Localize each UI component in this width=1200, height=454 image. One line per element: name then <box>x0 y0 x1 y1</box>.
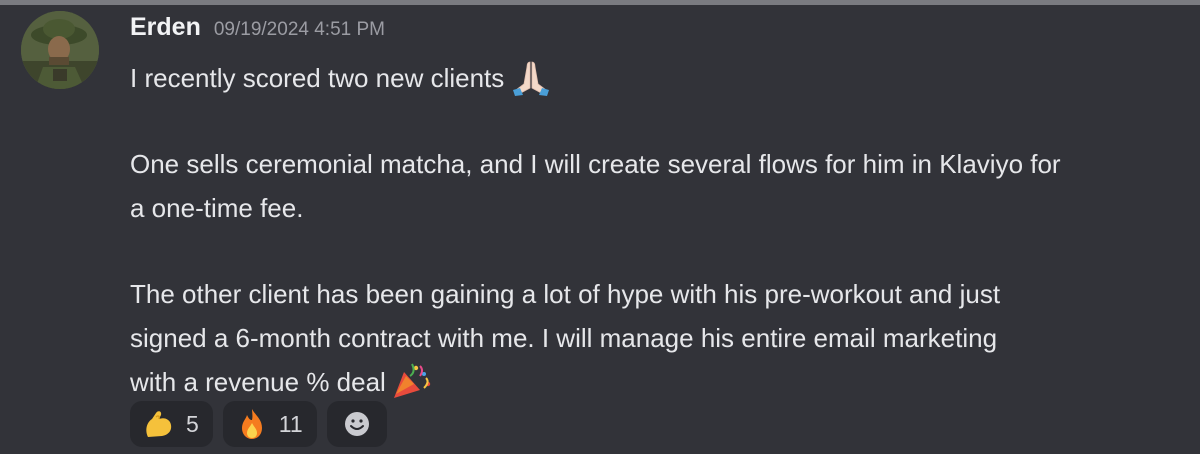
message-line: I recently scored two new clients <box>130 56 1198 100</box>
avatar[interactable] <box>21 11 99 89</box>
message-line: The other client has been gaining a lot … <box>130 279 1001 309</box>
message-line: One sells ceremonial matcha, and I will … <box>130 149 1061 179</box>
flexed-biceps-emoji <box>142 407 176 441</box>
reaction-count: 11 <box>278 410 303 437</box>
reaction-count: 5 <box>186 410 199 437</box>
avatar-soldier-icon <box>21 11 99 89</box>
add-reaction-icon <box>340 407 374 441</box>
message-line: signed a 6-month contract with me. I wil… <box>130 323 998 353</box>
timestamp[interactable]: 09/19/2024 4:51 PM <box>214 19 385 41</box>
message-content: I recently scored two new clients One se… <box>130 56 1198 404</box>
message-header: Erden 09/19/2024 4:51 PM <box>130 13 385 47</box>
username[interactable]: Erden <box>130 13 201 42</box>
chat-message: Erden 09/19/2024 4:51 PM I recently scor… <box>0 5 1200 454</box>
add-reaction-button[interactable] <box>326 401 387 447</box>
reaction-fire[interactable]: 11 <box>222 401 317 447</box>
party-popper-emoji[interactable] <box>390 362 436 400</box>
fire-emoji <box>235 407 269 441</box>
message-line: with a revenue % deal <box>130 360 1198 404</box>
message-line: a one-time fee. <box>130 193 304 223</box>
reaction-flexed-biceps[interactable]: 5 <box>130 401 213 447</box>
folded-hands-emoji[interactable] <box>508 58 554 96</box>
reactions-bar: 5 11 <box>130 401 387 447</box>
